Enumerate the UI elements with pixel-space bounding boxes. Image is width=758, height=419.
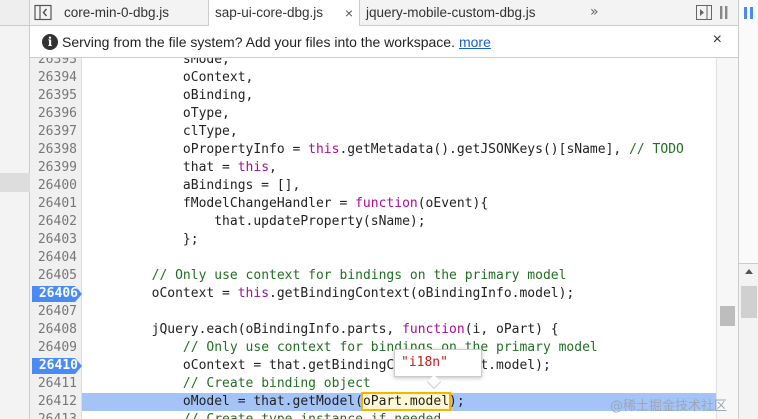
sidebar-scrollbar[interactable] — [739, 263, 758, 419]
tab-core-min[interactable]: core-min-0-dbg.js — [58, 0, 208, 26]
code-text: oModel = that.getModel(oPart.model); — [89, 392, 465, 411]
tab-label: jquery-mobile-custom-dbg.js — [366, 5, 536, 20]
code-text: that.updateProperty(sName); — [89, 214, 426, 229]
editor-tabbar: core-min-0-dbg.js sap-ui-core-dbg.js × j… — [30, 0, 738, 27]
line-number[interactable]: 26407 — [30, 303, 82, 321]
code-line[interactable]: 26407 — [30, 303, 738, 321]
info-icon: i — [42, 34, 58, 50]
code-text: // Create type instance if needed — [89, 411, 441, 419]
watermark: @稀土掘金技术社区 — [610, 399, 728, 414]
code-line[interactable]: 26409 // Only use context for bindings o… — [30, 339, 738, 357]
popover-value: "i18n" — [401, 355, 448, 370]
code-line[interactable]: 26396 oType, — [30, 105, 738, 123]
line-number[interactable]: 26411 — [30, 375, 82, 393]
line-number[interactable]: 26396 — [30, 105, 82, 123]
line-number[interactable]: 26412 — [30, 393, 82, 411]
code-text: // Only use context for bindings on the … — [182, 340, 598, 355]
line-number[interactable]: 26413 — [30, 411, 82, 419]
line-number[interactable]: 26405 — [30, 267, 82, 285]
infobar-message: Serving from the file system? Add your f… — [62, 34, 491, 50]
code-lines: 26393 sMode, 26394 oContext, 26395 oBindin… — [30, 58, 738, 419]
format-icon[interactable] — [718, 5, 734, 20]
line-number[interactable]: 26398 — [30, 141, 82, 159]
line-number[interactable]: 26397 — [30, 123, 82, 141]
code-line[interactable]: 26406 oContext = this.getBindingContext(… — [30, 285, 738, 303]
code-text: that = this, — [89, 160, 277, 175]
code-line[interactable]: 26400 aBindings = [], — [30, 177, 738, 195]
code-line[interactable]: 26410 oContext = that.getBindingContext(… — [30, 357, 738, 375]
line-number[interactable]: 26394 — [30, 69, 82, 87]
line-number[interactable]: 26406 — [30, 285, 82, 303]
breakpoint-line-number: 26406 — [38, 286, 78, 301]
tab-sap-ui-core[interactable]: sap-ui-core-dbg.js × — [208, 0, 360, 27]
code-line[interactable]: 26399 that = this, — [30, 159, 738, 177]
toggle-navigator-icon[interactable] — [34, 4, 52, 21]
line-number[interactable]: 26403 — [30, 231, 82, 249]
infobar-text: Serving from the file system? Add your f… — [62, 34, 455, 50]
code-text: oContext = this.getBindingContext(oBindi… — [89, 286, 575, 301]
close-tab-icon[interactable]: × — [345, 0, 353, 26]
tab-jquery-mobile[interactable]: jquery-mobile-custom-dbg.js — [360, 0, 570, 26]
code-line[interactable]: 26403 }; — [30, 231, 738, 249]
tab-label: core-min-0-dbg.js — [64, 5, 170, 20]
navigator-pane — [0, 0, 30, 419]
line-number[interactable]: 26402 — [30, 213, 82, 231]
hovered-expression[interactable]: oPart.model — [360, 392, 452, 411]
navigator-selected-row[interactable] — [0, 173, 30, 192]
infobar: i Serving from the file system? Add your… — [30, 26, 738, 58]
tab-label: sap-ui-core-dbg.js — [215, 5, 324, 20]
code-text: // Only use context for bindings on the … — [151, 268, 567, 283]
value-popover: "i18n" — [394, 349, 482, 390]
breakpoint-line-number: 26410 — [38, 358, 78, 373]
code-line[interactable]: 26393 sMode, — [30, 58, 738, 69]
code-line[interactable]: 26397 clType, — [30, 123, 738, 141]
editor-scroll-thumb[interactable] — [720, 306, 735, 326]
code-line[interactable]: 26408 jQuery.each(oBindingInfo.parts, fu… — [30, 321, 738, 339]
line-number[interactable]: 26401 — [30, 195, 82, 213]
infobar-more-link[interactable]: more — [459, 34, 491, 50]
code-text: oType, — [89, 106, 230, 121]
code-line[interactable]: 26405 // Only use context for bindings o… — [30, 267, 738, 285]
code-text: fModelChangeHandler = function(oEvent){ — [89, 196, 489, 211]
code-text: clType, — [89, 124, 238, 139]
code-editor[interactable]: 26393 sMode, 26394 oContext, 26395 oBindin… — [30, 58, 738, 419]
line-number[interactable]: 26410 — [30, 357, 82, 375]
code-text: // Create binding object — [182, 376, 371, 391]
toggle-debugger-pane-icon[interactable] — [696, 5, 712, 20]
code-line[interactable]: 26404 — [30, 249, 738, 267]
editor-scrollbar[interactable] — [716, 58, 738, 419]
line-number[interactable]: 26404 — [30, 249, 82, 267]
line-number[interactable]: 26399 — [30, 159, 82, 177]
code-line[interactable]: 26394 oContext, — [30, 69, 738, 87]
sidebar-scroll-thumb[interactable] — [741, 286, 757, 318]
code-line[interactable]: 26411 // Create binding object — [30, 375, 738, 393]
code-text: aBindings = [], — [89, 178, 301, 193]
code-line[interactable]: 26398 oPropertyInfo = this.getMetadata()… — [30, 141, 738, 159]
line-number[interactable]: 26409 — [30, 339, 82, 357]
code-line[interactable]: 26401 fModelChangeHandler = function(oEv… — [30, 195, 738, 213]
code-line[interactable]: 26402 that.updateProperty(sName); — [30, 213, 738, 231]
code-text: sMode, — [89, 58, 230, 67]
code-text: oContext, — [89, 70, 254, 85]
line-number[interactable]: 26395 — [30, 87, 82, 105]
line-number[interactable]: 26393 — [30, 58, 82, 69]
code-text: oPropertyInfo = this.getMetadata().getJS… — [89, 142, 684, 157]
pause-icon[interactable] — [739, 0, 758, 26]
code-text: jQuery.each(oBindingInfo.parts, function… — [89, 322, 559, 337]
code-text: }; — [89, 232, 199, 247]
debugger-sidebar — [738, 0, 758, 419]
tab-overflow-icon[interactable]: » — [590, 0, 599, 24]
line-number[interactable]: 26400 — [30, 177, 82, 195]
line-number[interactable]: 26408 — [30, 321, 82, 339]
infobar-close-icon[interactable]: × — [713, 31, 722, 49]
scroll-up-icon[interactable] — [739, 265, 758, 279]
code-text: oBinding, — [89, 88, 254, 103]
navigator-tabbar — [0, 0, 29, 26]
code-line[interactable]: 26395 oBinding, — [30, 87, 738, 105]
